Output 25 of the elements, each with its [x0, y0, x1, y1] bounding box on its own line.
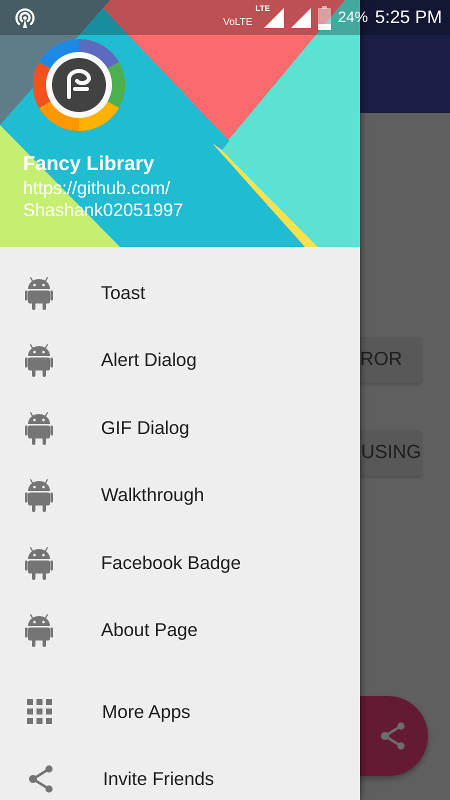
android-icon — [25, 276, 53, 310]
menu-item[interactable]: More Apps — [0, 678, 360, 746]
menu-item[interactable]: Facebook Badge — [0, 529, 360, 596]
menu-item[interactable]: Invite Friends — [0, 746, 360, 800]
android-icon — [25, 343, 53, 378]
menu-item[interactable]: GIF Dialog — [0, 394, 360, 462]
hotspot-icon — [14, 6, 36, 28]
menu-item[interactable]: Toast — [0, 259, 360, 326]
menu-item[interactable]: Walkthrough — [0, 462, 360, 529]
android-icon — [25, 613, 53, 648]
android-icon — [25, 546, 53, 580]
android-icon — [25, 478, 53, 512]
clock: 5:25 PM — [374, 7, 442, 28]
share-button[interactable] — [360, 696, 428, 776]
menu-item[interactable]: Alert Dialog — [0, 326, 360, 394]
menu-item[interactable]: About Page — [0, 596, 360, 664]
grid-icon — [27, 699, 52, 724]
signal-icon — [290, 8, 311, 28]
logo-icon — [33, 39, 125, 131]
share-icon — [27, 764, 55, 794]
share-icon — [379, 721, 407, 751]
lte-label: LTE — [255, 4, 270, 12]
battery-icon — [318, 6, 331, 30]
android-icon — [25, 410, 53, 445]
network-label: VoLTE — [223, 16, 252, 28]
